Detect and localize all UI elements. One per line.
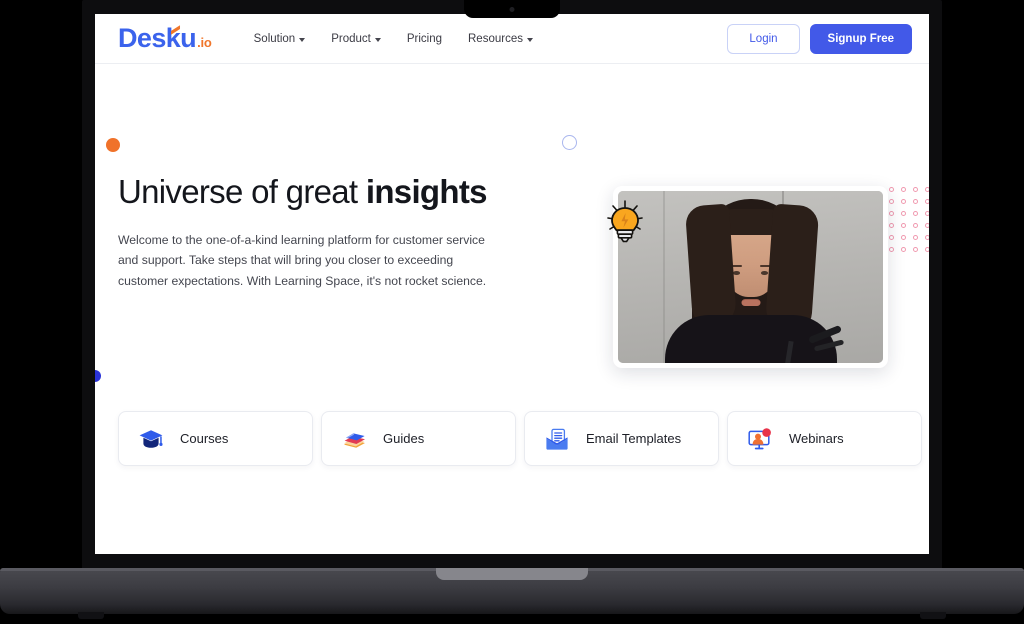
background-panel-line bbox=[663, 191, 665, 363]
page-title: Universe of great insights bbox=[118, 173, 518, 210]
email-envelope-icon bbox=[544, 426, 570, 452]
signup-free-button[interactable]: Signup Free bbox=[809, 23, 912, 54]
hero-title-regular: Universe of great bbox=[118, 173, 366, 210]
resource-card-label: Email Templates bbox=[586, 431, 682, 446]
laptop-foot bbox=[920, 612, 946, 619]
laptop-foot bbox=[78, 612, 104, 619]
resource-card-guides[interactable]: Guides bbox=[321, 411, 516, 466]
laptop-mockup-scene: Des k u .io Solution Product Pricing Res… bbox=[0, 0, 1024, 624]
nav-item-resources[interactable]: Resources bbox=[468, 33, 533, 45]
resource-cards-row: Courses Guides Email Templates Webinars bbox=[118, 411, 922, 466]
nav-label-resources: Resources bbox=[468, 32, 523, 45]
books-stack-icon bbox=[341, 426, 367, 452]
logo-text-u: u bbox=[180, 23, 197, 53]
video-thumbnail[interactable] bbox=[618, 191, 883, 363]
hero-video-card[interactable] bbox=[607, 186, 888, 368]
speaker-hair-left bbox=[684, 203, 737, 329]
nav-label-solution: Solution bbox=[253, 32, 296, 45]
main-navigation: Solution Product Pricing Resources bbox=[254, 33, 533, 45]
hero-text-block: Universe of great insights Welcome to th… bbox=[118, 173, 518, 291]
logo-letter-k: k bbox=[166, 23, 181, 54]
site-header: Des k u .io Solution Product Pricing Res… bbox=[95, 14, 929, 64]
resource-card-label: Courses bbox=[180, 431, 229, 446]
nav-label-pricing: Pricing bbox=[406, 32, 442, 45]
hero-section: Universe of great insights Welcome to th… bbox=[95, 64, 929, 554]
nav-item-solution[interactable]: Solution bbox=[254, 33, 306, 45]
resource-card-email-templates[interactable]: Email Templates bbox=[524, 411, 719, 466]
camera-icon bbox=[509, 7, 515, 12]
resource-card-webinars[interactable]: Webinars bbox=[727, 411, 922, 466]
chevron-down-icon bbox=[299, 37, 306, 42]
site-logo[interactable]: Des k u .io bbox=[118, 23, 212, 54]
nav-item-product[interactable]: Product bbox=[331, 33, 381, 45]
webpage: Des k u .io Solution Product Pricing Res… bbox=[95, 14, 929, 554]
nav-item-pricing[interactable]: Pricing bbox=[407, 33, 442, 45]
graduation-cap-icon bbox=[138, 426, 164, 452]
laptop-screen: Des k u .io Solution Product Pricing Res… bbox=[95, 14, 929, 554]
laptop-base bbox=[0, 568, 1024, 619]
header-actions: Login Signup Free bbox=[727, 23, 912, 54]
lightbulb-icon bbox=[607, 200, 643, 243]
chevron-down-icon bbox=[374, 37, 381, 42]
logo-text-des: Des bbox=[118, 23, 166, 53]
speaker-mouth bbox=[741, 299, 760, 306]
resource-card-courses[interactable]: Courses bbox=[118, 411, 313, 466]
login-button[interactable]: Login bbox=[727, 23, 800, 54]
laptop-lid-notch bbox=[436, 568, 588, 580]
resource-card-label: Guides bbox=[383, 431, 425, 446]
speaker-eye bbox=[760, 271, 768, 275]
decor-orange-dot bbox=[106, 138, 120, 152]
resource-card-label: Webinars bbox=[789, 431, 844, 446]
nav-label-product: Product bbox=[331, 32, 371, 45]
chevron-down-icon bbox=[526, 37, 533, 42]
hero-paragraph: Welcome to the one-of-a-kind learning pl… bbox=[118, 233, 487, 288]
hero-title-bold: insights bbox=[365, 173, 488, 210]
decor-blue-dot bbox=[95, 370, 101, 382]
logo-suffix-io: .io bbox=[197, 35, 212, 50]
webinar-monitor-icon bbox=[747, 426, 773, 452]
decor-blue-ring bbox=[562, 135, 577, 150]
laptop-camera-notch bbox=[464, 0, 560, 18]
